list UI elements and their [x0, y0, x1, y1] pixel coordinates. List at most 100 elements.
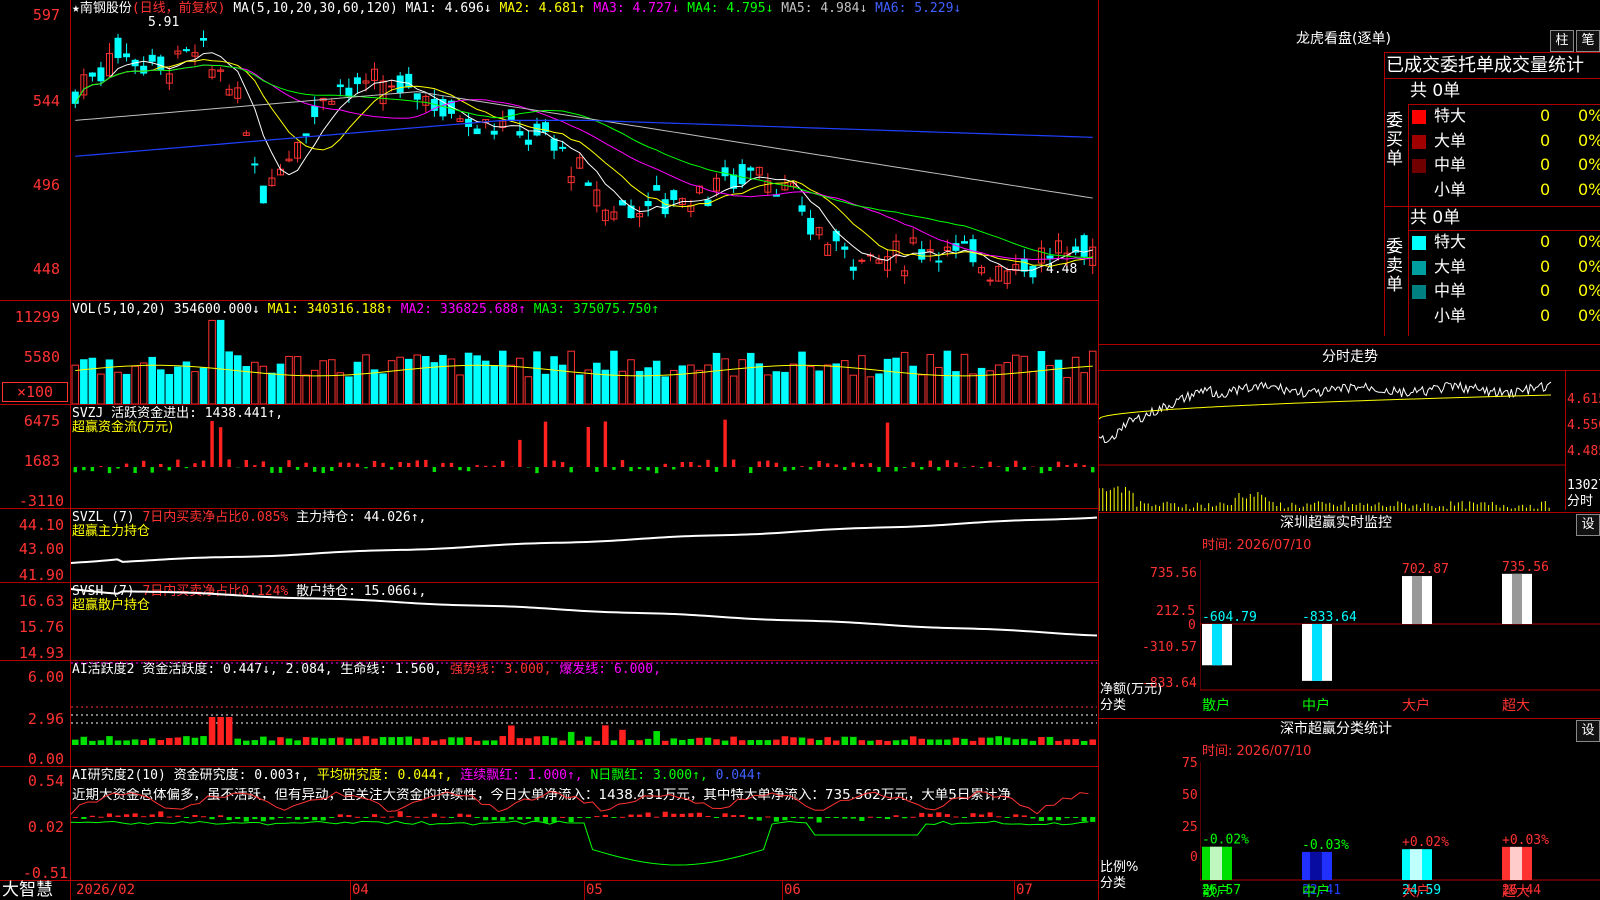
- fund-flow-bar: [663, 463, 667, 467]
- candle-body: [140, 65, 148, 74]
- ma5-value: MA5: 4.984↓: [781, 1, 868, 16]
- favorite-star-icon[interactable]: ★: [72, 1, 80, 16]
- ai-activity-chart[interactable]: [71, 661, 1097, 766]
- period-label[interactable]: (日线，前复权): [132, 1, 226, 16]
- fund-flow-bar: [1022, 467, 1027, 470]
- volume-bar: [1029, 370, 1037, 404]
- volume-bar: [1046, 364, 1054, 404]
- volume-bar: [413, 354, 422, 404]
- fund-flow-bar: [962, 467, 967, 468]
- volume-bar: [550, 356, 558, 404]
- research-bar: [252, 817, 258, 820]
- intraday-chart[interactable]: [1099, 371, 1565, 511]
- research-bar: [731, 815, 737, 817]
- xaxis-2: 05: [586, 882, 603, 898]
- candle-body: [123, 53, 131, 58]
- research-bar: [850, 817, 856, 819]
- buy-row-0-name: 特大: [1434, 106, 1467, 125]
- app-logo: 大智慧: [2, 880, 53, 900]
- fund-flow-bar: [176, 459, 180, 467]
- activity-bar: [371, 738, 378, 745]
- activity-bar: [439, 739, 447, 745]
- pen-view-button[interactable]: 笔: [1576, 30, 1600, 52]
- volume-bar: [165, 373, 174, 404]
- candlestick-chart[interactable]: [71, 18, 1097, 300]
- stats-tabs[interactable]: 已成交委托单成交量统计: [1386, 55, 1600, 77]
- research-bar: [1073, 817, 1079, 818]
- volume-bar: [473, 355, 481, 404]
- volume-bar: [610, 350, 618, 404]
- research-bar: [936, 812, 942, 817]
- volume-bar: [148, 356, 156, 404]
- activity-bar: [644, 738, 652, 745]
- monitor-settings-button[interactable]: 设: [1576, 514, 1600, 536]
- activity-bar: [80, 736, 88, 745]
- volume-bar: [122, 373, 131, 404]
- classify-bar-shade-1: [1310, 851, 1322, 880]
- candle-body: [798, 205, 806, 212]
- buy-row-2-count: 0: [1540, 155, 1551, 174]
- bar-view-button[interactable]: 柱: [1550, 30, 1574, 52]
- volume-bar: [499, 350, 507, 404]
- activity-bar: [285, 738, 293, 745]
- monitor-bar-chart[interactable]: -604.79 散户 -833.64 中户 702.87 大户 735.56 超大: [1200, 560, 1600, 716]
- retail-hold-chart[interactable]: [71, 583, 1097, 660]
- volume-bar: [823, 364, 832, 404]
- activity-bar: [756, 739, 763, 745]
- classify-settings-button[interactable]: 设: [1576, 720, 1600, 742]
- activity-bar: [533, 736, 541, 745]
- volume-bar: [849, 374, 858, 404]
- activity-bar: [243, 740, 250, 745]
- ai-research-chart[interactable]: [71, 767, 1097, 880]
- candle-body: [473, 128, 481, 135]
- intraday-vol-unit: 分时: [1567, 494, 1594, 509]
- research-bar: [970, 813, 976, 817]
- research-bar: [782, 817, 788, 821]
- main-force-hold-chart[interactable]: [71, 509, 1097, 582]
- activity-bar: [525, 738, 532, 745]
- volume-bar: [952, 371, 960, 404]
- research-bar: [320, 817, 326, 821]
- volume-bar: [806, 366, 815, 404]
- activity-bar: [593, 740, 601, 745]
- monitor-bar-shade-3: [1512, 573, 1522, 624]
- sell-row-0-count: 0: [1540, 232, 1551, 251]
- candle-body: [661, 199, 669, 215]
- activity-bar: [884, 740, 891, 745]
- fund-flow-bar: [338, 462, 343, 467]
- activity-bar: [89, 740, 96, 745]
- research-bar: [637, 814, 643, 817]
- volume-bar: [80, 359, 88, 404]
- activity-bar: [935, 739, 943, 745]
- candle-body: [533, 123, 541, 136]
- sell-swatch-0: [1412, 236, 1426, 250]
- volume-bar: [396, 356, 404, 404]
- research-bar: [329, 817, 335, 818]
- volume-chart[interactable]: [71, 316, 1097, 404]
- fund-flow-bar: [920, 467, 924, 470]
- volume-bar: [1054, 359, 1063, 404]
- fund-flow-chart[interactable]: [71, 405, 1097, 508]
- xaxis-1: 04: [352, 882, 369, 898]
- research-bar: [491, 817, 497, 821]
- volume-bar: [994, 364, 1003, 404]
- fund-flow-bar: [774, 462, 779, 467]
- activity-bar: [576, 740, 583, 745]
- candle-body: [738, 164, 746, 185]
- research-bar: [243, 817, 249, 822]
- fund-flow-bar: [483, 465, 488, 467]
- fund-flow-bar: [937, 467, 941, 471]
- fund-flow-bar: [244, 459, 248, 467]
- research-bar: [457, 813, 463, 817]
- activity-bar: [892, 740, 900, 745]
- fund-flow-bar: [825, 463, 830, 467]
- vol-unit: ×100: [2, 382, 68, 402]
- activity-bar: [114, 740, 122, 745]
- research-bar: [448, 817, 455, 818]
- activity-bar: [798, 737, 806, 745]
- classify-bar-chart[interactable]: -0.02%26.57散户-0.03%22.41中户+0.02%24.59大户+…: [1200, 762, 1600, 900]
- volume-bar: [105, 359, 114, 404]
- svsh-ytick-2: 14.93: [18, 644, 64, 662]
- volume-bar: [456, 374, 464, 404]
- candle-body: [396, 75, 404, 94]
